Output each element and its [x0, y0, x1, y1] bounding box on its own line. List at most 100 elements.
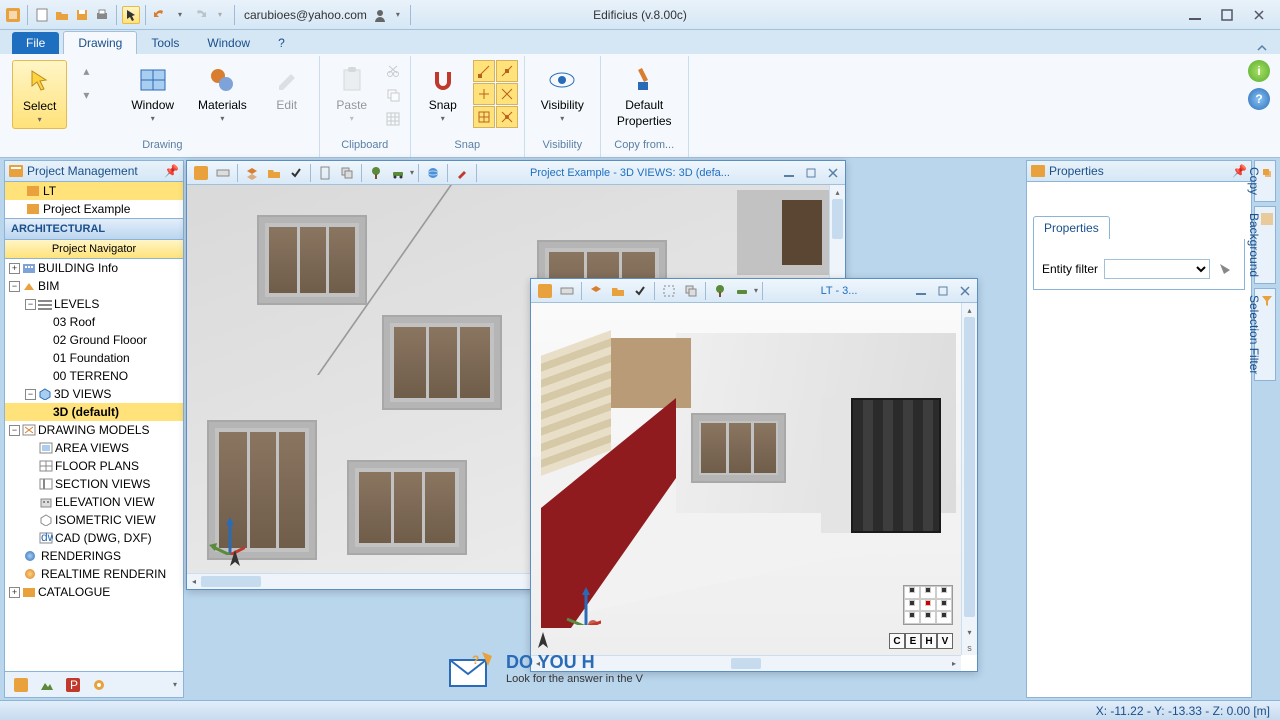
undo-icon[interactable]: [151, 6, 169, 24]
window-button[interactable]: Window▾: [121, 60, 184, 127]
arrow-up-icon[interactable]: ▴: [75, 60, 97, 82]
redo-icon[interactable]: [191, 6, 209, 24]
tree-catalogue[interactable]: +CATALOGUE: [5, 583, 183, 601]
user-icon[interactable]: [371, 6, 389, 24]
tab-window[interactable]: Window: [193, 32, 264, 54]
doc-minimize-icon[interactable]: [781, 166, 797, 180]
doc-globe-icon[interactable]: [423, 163, 443, 183]
foot-settings-icon[interactable]: [89, 675, 109, 695]
edit-button[interactable]: Edit: [261, 60, 313, 116]
tree-floor-plans[interactable]: FLOOR PLANS: [5, 457, 183, 475]
snap-button[interactable]: Snap▾: [417, 60, 469, 127]
arrow-down-icon[interactable]: ▾: [75, 84, 97, 106]
sub-3d-viewport[interactable]: CEHV: [531, 303, 961, 655]
snap-opt-5[interactable]: [473, 106, 495, 128]
ribbon-collapse-icon[interactable]: [1256, 42, 1268, 54]
doc-car-icon[interactable]: [732, 281, 752, 301]
side-tab-selection-filter[interactable]: Selection Filter: [1254, 288, 1276, 381]
snap-options[interactable]: [473, 60, 518, 128]
save-icon[interactable]: [73, 6, 91, 24]
doc-close-icon[interactable]: [825, 166, 841, 180]
filter-pick-icon[interactable]: [1216, 259, 1236, 279]
cehv-toggle[interactable]: CEHV: [889, 633, 953, 649]
minimize-icon[interactable]: [1186, 8, 1204, 22]
visibility-button[interactable]: Visibility▾: [531, 60, 594, 127]
tree-elevation-view[interactable]: ELEVATION VIEW: [5, 493, 183, 511]
pin-icon[interactable]: 📌: [1232, 164, 1247, 178]
help-icon[interactable]: ?: [1248, 88, 1270, 110]
doc-select-icon[interactable]: [659, 281, 679, 301]
materials-button[interactable]: Materials▾: [188, 60, 257, 127]
tree-drawing-models[interactable]: −DRAWING MODELS: [5, 421, 183, 439]
tree-isometric-view[interactable]: ISOMETRIC VIEW: [5, 511, 183, 529]
grid-icon[interactable]: [382, 108, 404, 130]
doc-check-icon[interactable]: [286, 163, 306, 183]
sub-scrollbar-vertical[interactable]: ▴▾s: [961, 303, 977, 655]
tab-help[interactable]: ?: [264, 32, 299, 54]
tree-level-03[interactable]: 03 Roof: [5, 313, 183, 331]
snap-opt-3[interactable]: [473, 83, 495, 105]
tree-levels[interactable]: −LEVELS: [5, 295, 183, 313]
undo-dropdown-icon[interactable]: ▾: [171, 6, 189, 24]
copy-icon[interactable]: [382, 84, 404, 106]
tree-cad[interactable]: dwgCAD (DWG, DXF): [5, 529, 183, 547]
doc-ruler-icon[interactable]: [213, 163, 233, 183]
default-properties-button[interactable]: Default Properties: [607, 60, 682, 132]
redo-dropdown-icon[interactable]: ▾: [211, 6, 229, 24]
tree-realtime-rendering[interactable]: REALTIME RENDERIN: [5, 565, 183, 583]
info-icon[interactable]: i: [1248, 60, 1270, 82]
doc-layers-icon[interactable]: [242, 163, 262, 183]
user-dropdown-icon[interactable]: ▾: [389, 6, 407, 24]
maximize-icon[interactable]: [1218, 8, 1236, 22]
doc-car-icon[interactable]: [388, 163, 408, 183]
tree-level-02[interactable]: 02 Ground Flooor: [5, 331, 183, 349]
doc-maximize-icon[interactable]: [803, 166, 819, 180]
pointer-icon[interactable]: [122, 6, 140, 24]
doc-check-icon[interactable]: [630, 281, 650, 301]
doc-folder-icon[interactable]: [264, 163, 284, 183]
pin-icon[interactable]: 📌: [164, 164, 179, 178]
doc-tree-icon[interactable]: [710, 281, 730, 301]
foot-price-icon[interactable]: P: [63, 675, 83, 695]
doc-measure-icon[interactable]: [315, 163, 335, 183]
tree-building-info[interactable]: +BUILDING Info: [5, 259, 183, 277]
project-example[interactable]: Project Example: [5, 200, 183, 218]
doc-copy-icon[interactable]: [681, 281, 701, 301]
side-tab-copy[interactable]: Copy: [1254, 160, 1276, 202]
tree-bim[interactable]: −BIM: [5, 277, 183, 295]
snap-opt-1[interactable]: [473, 60, 495, 82]
foot-arch-icon[interactable]: [11, 675, 31, 695]
snap-opt-4[interactable]: [496, 83, 518, 105]
side-tab-background[interactable]: Background: [1254, 206, 1276, 284]
doc-layers-icon[interactable]: [586, 281, 606, 301]
snap-opt-2[interactable]: [496, 60, 518, 82]
tree-3d-views[interactable]: −3D VIEWS: [5, 385, 183, 403]
close-icon[interactable]: [1250, 8, 1268, 22]
foot-dropdown-icon[interactable]: ▾: [173, 680, 177, 689]
tree-renderings[interactable]: RENDERINGS: [5, 547, 183, 565]
properties-tab[interactable]: Properties: [1033, 216, 1110, 239]
doc-copy-icon[interactable]: [337, 163, 357, 183]
doc-brush-icon[interactable]: [452, 163, 472, 183]
entity-filter-select[interactable]: [1104, 259, 1210, 279]
tree-3d-default[interactable]: 3D (default): [5, 403, 183, 421]
reference-point-grid[interactable]: [903, 585, 953, 625]
doc-maximize-icon[interactable]: [935, 284, 951, 298]
snap-opt-6[interactable]: [496, 106, 518, 128]
select-button[interactable]: Select▾: [12, 60, 67, 129]
doc-folder-icon[interactable]: [608, 281, 628, 301]
paste-button[interactable]: Paste▾: [326, 60, 378, 127]
architectural-header[interactable]: ARCHITECTURAL: [4, 219, 184, 240]
tab-file[interactable]: File: [12, 32, 59, 54]
tree-level-01[interactable]: 01 Foundation: [5, 349, 183, 367]
doc-close-icon[interactable]: [957, 284, 973, 298]
foot-terrain-icon[interactable]: [37, 675, 57, 695]
doc-tree-icon[interactable]: [366, 163, 386, 183]
tree-level-00[interactable]: 00 TERRENO: [5, 367, 183, 385]
tab-drawing[interactable]: Drawing: [63, 31, 137, 54]
print-icon[interactable]: [93, 6, 111, 24]
tab-tools[interactable]: Tools: [137, 32, 193, 54]
open-icon[interactable]: [53, 6, 71, 24]
cut-icon[interactable]: [382, 60, 404, 82]
doc-ruler-icon[interactable]: [557, 281, 577, 301]
